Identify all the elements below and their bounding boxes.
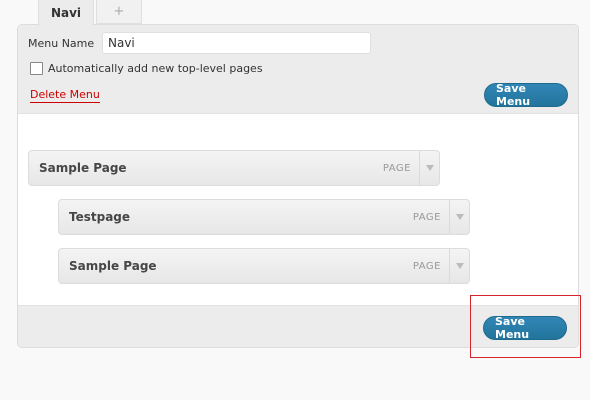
menu-item-type: PAGE [412,211,441,223]
menu-structure: Sample Page PAGE Testpage PAGE Sample Pa… [18,114,578,305]
menu-item-title: Testpage [69,210,131,224]
menu-item-type: PAGE [382,162,411,174]
chevron-down-icon [425,165,434,171]
save-menu-button-top[interactable]: Save Menu [484,82,568,108]
delete-menu-link[interactable]: Delete Menu [30,88,100,103]
menu-header: Menu Name Automatically add new top-leve… [18,25,578,114]
chevron-down-icon [455,263,464,269]
menu-item-title: Sample Page [39,161,127,175]
menu-name-label: Menu Name [28,37,95,50]
auto-add-checkbox[interactable] [30,62,43,75]
menu-item[interactable]: Testpage PAGE [58,199,470,235]
menu-tabs: Navi + [38,0,142,26]
tab-navi-label: Navi [50,6,82,20]
auto-add-label: Automatically add new top-level pages [48,62,263,75]
add-menu-tab[interactable]: + [96,0,142,24]
menu-item-title: Sample Page [69,259,157,273]
menu-item[interactable]: Sample Page PAGE [28,150,440,186]
plus-icon: + [113,4,125,19]
chevron-down-icon [455,214,464,220]
auto-add-option[interactable]: Automatically add new top-level pages [30,62,263,75]
menu-item[interactable]: Sample Page PAGE [58,248,470,284]
expand-item-toggle[interactable] [419,151,439,185]
menu-name-input[interactable] [102,32,371,54]
tab-navi[interactable]: Navi [38,0,94,26]
highlight-annotation [470,295,581,358]
expand-item-toggle[interactable] [449,200,469,234]
menu-item-type: PAGE [412,260,441,272]
expand-item-toggle[interactable] [449,249,469,283]
